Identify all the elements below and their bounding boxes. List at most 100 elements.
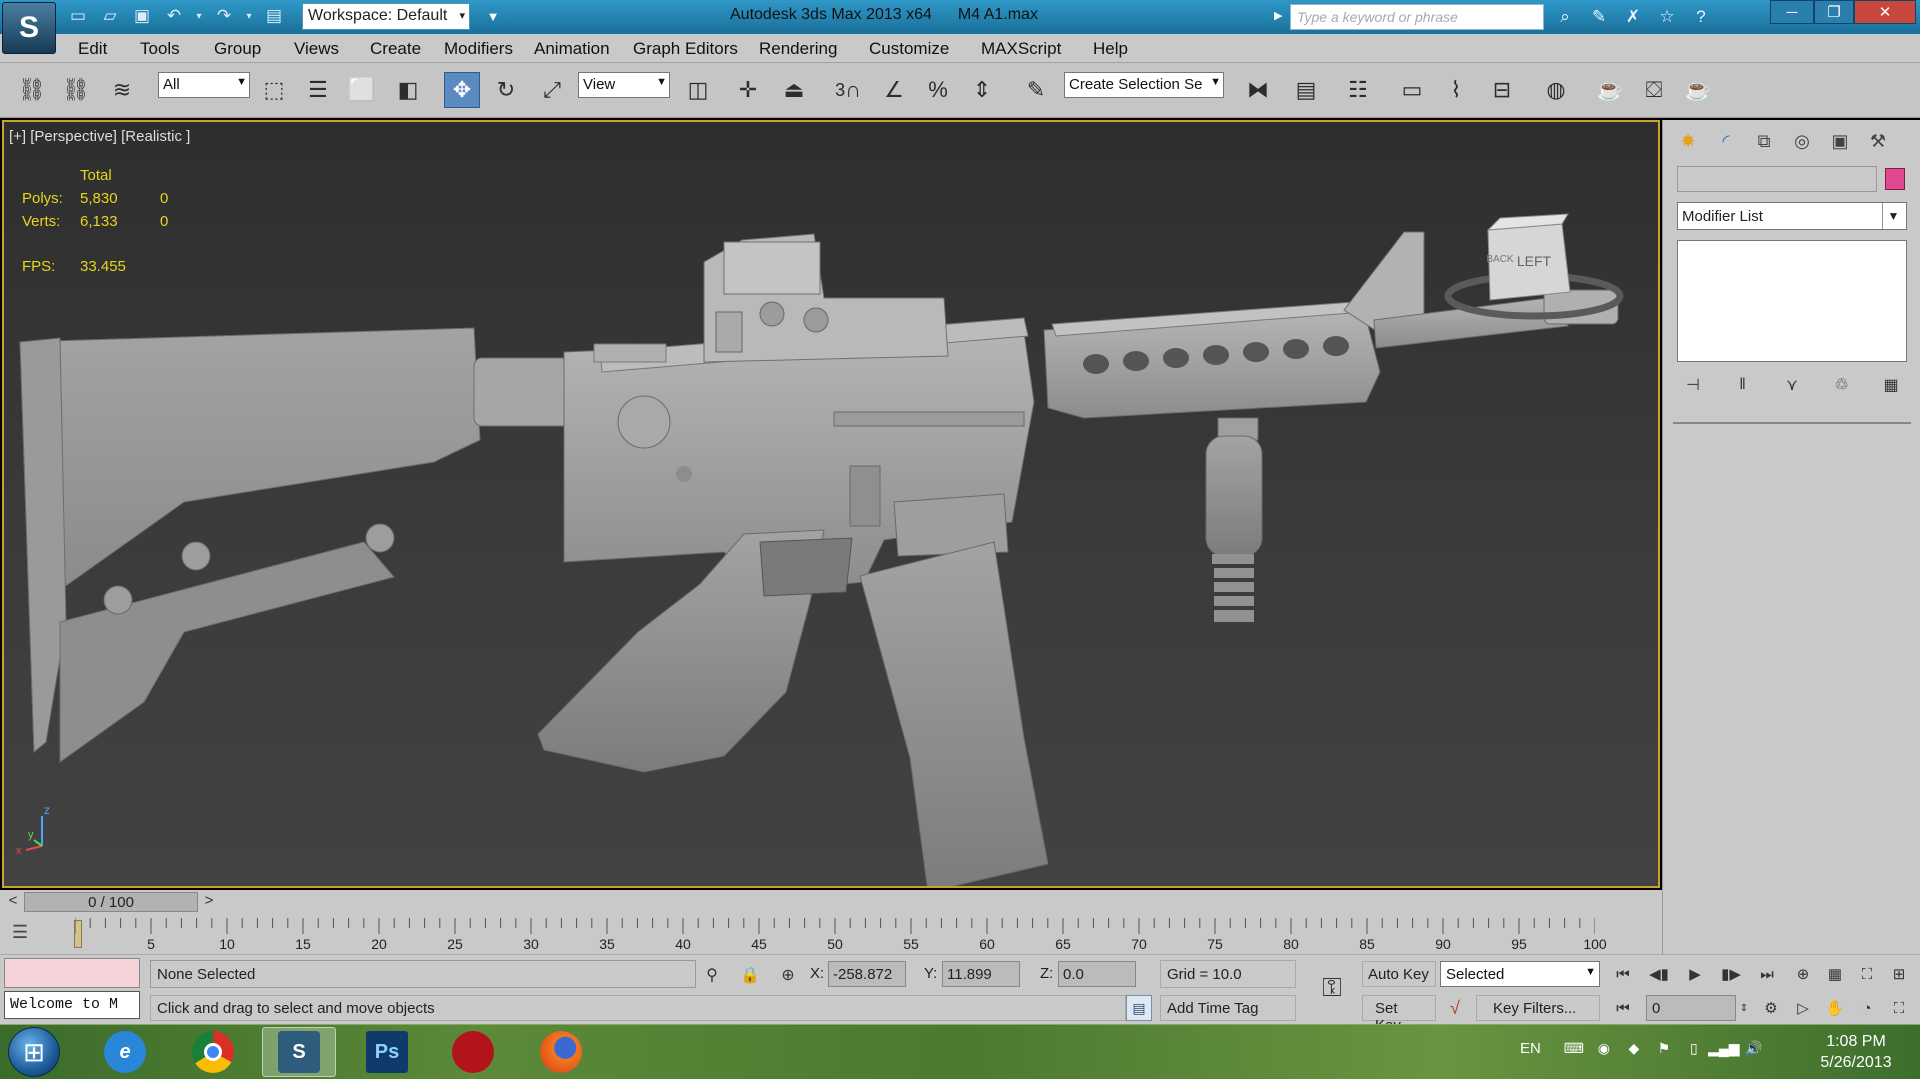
default-tangent-icon[interactable]: √ bbox=[1440, 995, 1470, 1021]
unlink-selection-icon[interactable]: ⛓ bbox=[58, 72, 94, 108]
percent-snap-icon[interactable]: % bbox=[920, 72, 956, 108]
schematic-view-icon[interactable]: ⊟ bbox=[1484, 72, 1520, 108]
minimize-button[interactable]: ─ bbox=[1770, 0, 1814, 24]
material-editor-icon[interactable]: ◍ bbox=[1538, 72, 1574, 108]
action-center-flag-icon[interactable]: ⚑ bbox=[1653, 1037, 1675, 1059]
layer-manager-icon[interactable]: ☷ bbox=[1340, 72, 1376, 108]
hierarchy-tab-icon[interactable]: ⧉ bbox=[1749, 126, 1779, 156]
graphite-ribbon-icon[interactable]: ▭ bbox=[1394, 72, 1430, 108]
select-and-scale-icon[interactable]: ⤢ bbox=[534, 72, 570, 108]
m4a1-rifle-model[interactable] bbox=[4, 122, 1658, 886]
remove-modifier-icon[interactable]: ♲ bbox=[1826, 372, 1858, 398]
chrome-icon[interactable] bbox=[176, 1027, 250, 1077]
red-app-icon[interactable] bbox=[436, 1027, 510, 1077]
search-expand-icon[interactable]: ▶ bbox=[1274, 9, 1282, 22]
play-icon[interactable]: ▶ bbox=[1680, 961, 1710, 987]
selection-filter-dropdown[interactable]: All ▼ bbox=[158, 72, 250, 98]
align-icon[interactable]: ▤ bbox=[1288, 72, 1324, 108]
nvidia-icon[interactable]: ◆ bbox=[1623, 1037, 1645, 1059]
viewcube-back-face[interactable]: BACK bbox=[1486, 254, 1514, 265]
key-mode-dropdown[interactable]: Selected ▼ bbox=[1440, 961, 1600, 987]
curve-editor-icon[interactable]: ⌇ bbox=[1438, 72, 1474, 108]
configure-modifier-sets-icon[interactable]: ▦ bbox=[1875, 372, 1907, 398]
menu-tools[interactable]: Tools bbox=[140, 39, 180, 59]
render-setup-icon[interactable]: ☕ bbox=[1592, 72, 1628, 108]
previous-frame-icon[interactable]: ◀▮ bbox=[1644, 961, 1674, 987]
keyboard-icon[interactable]: ⌨ bbox=[1563, 1037, 1585, 1059]
track-bar[interactable]: ☰ 5 10 15 20 25 30 35 40 45 50 55 60 65 70 75 80 85 90 95 1… bbox=[0, 914, 1662, 954]
zoom-extents-all-icon[interactable]: ⊞ bbox=[1884, 961, 1914, 987]
selection-lock-icon[interactable]: 🔒 bbox=[738, 963, 762, 987]
modifier-stack[interactable] bbox=[1677, 240, 1907, 362]
x-coordinate-field[interactable]: -258.872 bbox=[828, 961, 906, 987]
menu-rendering[interactable]: Rendering bbox=[759, 39, 837, 59]
menu-modifiers[interactable]: Modifiers bbox=[444, 39, 513, 59]
add-time-tag[interactable]: Add Time Tag bbox=[1160, 995, 1296, 1021]
menu-create[interactable]: Create bbox=[370, 39, 421, 59]
undo-icon[interactable]: ↶ bbox=[162, 4, 186, 28]
restore-button[interactable]: ❐ bbox=[1814, 0, 1854, 24]
time-configuration-icon[interactable]: ⚙ bbox=[1756, 995, 1786, 1021]
select-and-move-icon[interactable]: ✥ bbox=[444, 72, 480, 108]
field-of-view-icon[interactable]: ▷ bbox=[1788, 995, 1818, 1021]
pan-view-icon[interactable]: ✋ bbox=[1820, 995, 1850, 1021]
rendered-frame-window-icon[interactable]: ⛋ bbox=[1636, 72, 1672, 108]
add-time-tag-icon[interactable]: ▤ bbox=[1126, 995, 1152, 1021]
zoom-all-icon[interactable]: ▦ bbox=[1820, 961, 1850, 987]
make-unique-icon[interactable]: ⋎ bbox=[1776, 372, 1808, 398]
reference-coordinate-dropdown[interactable]: View ▼ bbox=[578, 72, 670, 98]
redo-dropdown-icon[interactable]: ▾ bbox=[244, 4, 254, 28]
time-slider-prev-button[interactable]: < bbox=[2, 892, 24, 912]
menu-customize[interactable]: Customize bbox=[869, 39, 949, 59]
bind-to-space-warp-icon[interactable]: ≋ bbox=[104, 72, 140, 108]
help-icon[interactable]: ? bbox=[1688, 4, 1714, 30]
perspective-viewport[interactable]: [+] [Perspective] [Realistic ] Total Pol… bbox=[2, 120, 1660, 888]
next-frame-icon[interactable]: ▮▶ bbox=[1716, 961, 1746, 987]
open-mini-curve-editor-icon[interactable]: ☰ bbox=[12, 922, 48, 946]
battery-icon[interactable]: ▯ bbox=[1683, 1037, 1705, 1059]
menu-graph-editors[interactable]: Graph Editors bbox=[633, 39, 738, 59]
pivot-center-icon[interactable]: ◫ bbox=[680, 72, 716, 108]
binoculars-icon[interactable]: ⌕ bbox=[1552, 4, 1578, 30]
edit-named-selection-icon[interactable]: ✎ bbox=[1018, 72, 1054, 108]
select-and-rotate-icon[interactable]: ↻ bbox=[488, 72, 524, 108]
object-name-field[interactable] bbox=[1677, 166, 1877, 192]
application-button-icon[interactable]: S bbox=[2, 2, 56, 54]
menu-edit[interactable]: Edit bbox=[78, 39, 107, 59]
select-and-link-icon[interactable]: ⛓ bbox=[14, 72, 50, 108]
go-to-end-icon[interactable]: ⏭ bbox=[1752, 961, 1782, 987]
workspace-dropdown[interactable]: Workspace: Default ▾ bbox=[302, 3, 470, 30]
menu-group[interactable]: Group bbox=[214, 39, 261, 59]
rectangular-selection-icon[interactable]: ⬜ bbox=[344, 72, 380, 108]
maximize-viewport-toggle-icon[interactable]: ⛶ bbox=[1884, 995, 1914, 1021]
3ds-max-icon[interactable]: S bbox=[262, 1027, 336, 1077]
maxscript-mini-listener-output[interactable] bbox=[4, 958, 140, 988]
frame-spinner-icon[interactable]: ⇕ bbox=[1736, 995, 1752, 1021]
system-clock[interactable]: 1:08 PM 5/26/2013 bbox=[1806, 1031, 1906, 1073]
menu-animation[interactable]: Animation bbox=[534, 39, 610, 59]
volume-icon[interactable]: 🔊 bbox=[1743, 1037, 1765, 1059]
select-object-icon[interactable]: ⬚ bbox=[256, 72, 292, 108]
key-mode-toggle-icon[interactable]: ⏮ bbox=[1608, 995, 1638, 1021]
search-input[interactable]: Type a keyword or phrase bbox=[1290, 4, 1544, 30]
network-icon[interactable]: ▂▄▆ bbox=[1708, 1037, 1739, 1059]
internet-explorer-icon[interactable]: e bbox=[88, 1027, 162, 1077]
go-to-start-icon[interactable]: ⏮ bbox=[1608, 961, 1638, 987]
motion-tab-icon[interactable]: ◎ bbox=[1787, 126, 1817, 156]
zoom-icon[interactable]: ⊕ bbox=[1788, 961, 1818, 987]
communication-icon[interactable]: ✗ bbox=[1620, 4, 1646, 30]
mirror-icon[interactable]: ⧓ bbox=[1240, 72, 1276, 108]
time-slider-thumb[interactable]: 0 / 100 bbox=[24, 892, 198, 912]
favorites-star-icon[interactable]: ☆ bbox=[1654, 4, 1680, 30]
window-crossing-icon[interactable]: ◧ bbox=[390, 72, 426, 108]
render-production-icon[interactable]: ☕ bbox=[1680, 72, 1716, 108]
angle-snap-icon[interactable]: ∠ bbox=[876, 72, 912, 108]
object-color-swatch[interactable] bbox=[1885, 168, 1905, 190]
key-filters-button[interactable]: Key Filters... bbox=[1476, 995, 1600, 1021]
absolute-mode-transform-icon[interactable]: ⊕ bbox=[776, 963, 800, 987]
pin-stack-icon[interactable]: ⊣ bbox=[1677, 372, 1709, 398]
start-orb-icon[interactable]: ⊞ bbox=[8, 1027, 60, 1077]
new-file-icon[interactable]: ▭ bbox=[66, 4, 90, 28]
current-frame-field[interactable]: 0 bbox=[1646, 995, 1736, 1021]
isolate-selection-icon[interactable]: ⚲ bbox=[700, 963, 724, 987]
